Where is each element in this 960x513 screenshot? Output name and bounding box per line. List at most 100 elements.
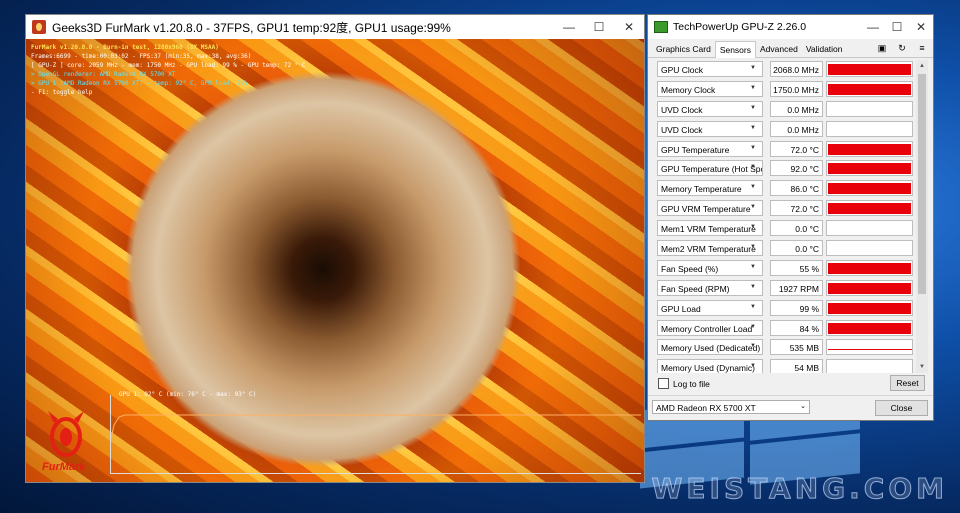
tab-validation[interactable]: Validation <box>802 41 847 57</box>
sensor-graph <box>826 61 913 77</box>
sensor-name[interactable]: Memory Controller Load <box>657 319 763 336</box>
sensor-graph <box>826 160 913 177</box>
checkbox-box[interactable] <box>658 378 669 389</box>
maximize-icon[interactable]: ☐ <box>584 20 614 34</box>
sensor-graph-fill <box>828 349 912 351</box>
sensor-graph <box>826 339 913 356</box>
osd-line: [ GPU-Z ] core: 2059 MHz - mem: 1750 MHz… <box>31 62 306 69</box>
sensor-name[interactable]: Memory Temperature <box>657 180 763 197</box>
sensor-graph <box>826 180 913 197</box>
sensor-name[interactable]: Mem2 VRM Temperature <box>657 240 763 257</box>
sensor-name[interactable]: UVD Clock <box>657 120 763 137</box>
refresh-icon[interactable]: ↻ <box>897 43 907 53</box>
sensor-name[interactable]: Mem1 VRM Temperature <box>657 220 763 237</box>
minimize-icon[interactable]: — <box>861 20 885 34</box>
camera-icon[interactable]: ▣ <box>877 43 887 53</box>
sensor-row: Memory Used (Dynamic) ▼ 54 MB <box>657 358 915 373</box>
gpuz-app-icon <box>654 21 668 33</box>
chevron-down-icon[interactable]: ▼ <box>749 282 757 292</box>
osd-line: Frames:6699 - time:00:03:02 - FPS:37 (mi… <box>31 53 252 60</box>
sensor-value: 72.0 °C <box>770 200 823 217</box>
chevron-down-icon[interactable]: ▼ <box>749 143 757 153</box>
sensor-name[interactable]: Memory Clock <box>657 80 763 97</box>
sensor-graph <box>826 299 913 316</box>
minimize-icon[interactable]: — <box>554 20 584 34</box>
sensor-name[interactable]: Memory Used (Dynamic) <box>657 359 763 373</box>
sensor-graph <box>826 259 913 276</box>
gpuz-window[interactable]: TechPowerUp GPU-Z 2.26.0 — ☐ ✕ Graphics … <box>648 15 933 420</box>
gpuz-title-bar[interactable]: TechPowerUp GPU-Z 2.26.0 — ☐ ✕ <box>648 15 933 39</box>
tab-sensors[interactable]: Sensors <box>714 41 756 58</box>
chevron-down-icon[interactable]: ▼ <box>749 182 757 192</box>
osd-line: - F1: toggle help <box>31 89 93 96</box>
maximize-icon[interactable]: ☐ <box>885 20 909 34</box>
sensor-scrollbar[interactable]: ▲ ▼ <box>916 60 928 373</box>
sensor-value: 54 MB <box>770 359 823 373</box>
sensor-name[interactable]: GPU Load <box>657 299 763 316</box>
sensor-name[interactable]: UVD Clock <box>657 100 763 117</box>
sensor-row: UVD Clock ▼ 0.0 MHz <box>657 100 915 120</box>
close-button[interactable]: Close <box>875 400 928 416</box>
furmark-title-bar[interactable]: Geeks3D FurMark v1.20.8.0 - 37FPS, GPU1 … <box>26 15 644 39</box>
log-to-file-checkbox[interactable]: Log to file <box>658 378 710 389</box>
chevron-down-icon[interactable]: ▼ <box>749 162 757 172</box>
sensor-graph <box>826 359 913 373</box>
chevron-down-icon[interactable]: ▼ <box>749 322 757 332</box>
sensor-row: GPU Clock ▼ 2068.0 MHz <box>657 60 915 80</box>
gpu-select-dropdown[interactable]: AMD Radeon RX 5700 XT ⌄ <box>652 400 810 414</box>
chevron-down-icon[interactable]: ▼ <box>749 302 757 312</box>
sensor-row: GPU Load ▼ 99 % <box>657 299 915 319</box>
chevron-down-icon[interactable]: ▼ <box>749 341 757 351</box>
osd-line: > GPU 1 (AMD Radeon RX 5700 XT) - temp: … <box>31 80 248 87</box>
osd-line: > OpenGL renderer: AMD Radeon RX 5700 XT <box>31 71 176 78</box>
sensor-name[interactable]: GPU VRM Temperature <box>657 200 763 217</box>
scroll-down-icon[interactable]: ▼ <box>916 361 928 373</box>
tab-advanced[interactable]: Advanced <box>756 41 802 57</box>
furmark-window-title: Geeks3D FurMark v1.20.8.0 - 37FPS, GPU1 … <box>52 20 451 35</box>
sensor-graph-fill <box>828 203 911 215</box>
close-icon[interactable]: ✕ <box>909 20 933 34</box>
sensor-graph-fill <box>828 282 911 294</box>
watermark: WEISTANG.COM <box>651 472 948 506</box>
chevron-down-icon[interactable]: ▼ <box>749 361 757 371</box>
chevron-down-icon[interactable]: ▼ <box>749 242 757 252</box>
gpuz-tab-bar: Graphics Card Sensors Advanced Validation ▣… <box>648 39 933 58</box>
chevron-down-icon[interactable]: ▼ <box>749 63 757 73</box>
sensor-graph-fill <box>828 83 911 95</box>
chevron-down-icon[interactable]: ▼ <box>749 123 757 133</box>
sensor-value: 0.0 MHz <box>770 100 823 117</box>
sensor-value: 86.0 °C <box>770 180 823 197</box>
scroll-up-icon[interactable]: ▲ <box>916 60 928 72</box>
sensor-name[interactable]: Fan Speed (RPM) <box>657 279 763 296</box>
sensor-value: 0.0 °C <box>770 240 823 257</box>
sensor-graph <box>826 279 913 296</box>
sensor-name[interactable]: GPU Clock <box>657 61 763 77</box>
sensor-row: GPU VRM Temperature ▼ 72.0 °C <box>657 199 915 219</box>
chevron-down-icon[interactable]: ▼ <box>749 262 757 272</box>
chevron-down-icon[interactable]: ▼ <box>749 222 757 232</box>
furmark-osd: FurMark v1.20.8.0 - Burn-in test, 1280x9… <box>31 43 306 97</box>
furmark-window[interactable]: Geeks3D FurMark v1.20.8.0 - 37FPS, GPU1 … <box>26 15 644 482</box>
sensor-name[interactable]: Memory Used (Dedicated) <box>657 339 763 356</box>
chevron-down-icon[interactable]: ▼ <box>749 202 757 212</box>
sensor-row: Mem1 VRM Temperature ▼ 0.0 °C <box>657 219 915 239</box>
sensor-graph-fill <box>828 143 911 155</box>
sensor-name[interactable]: Fan Speed (%) <box>657 259 763 276</box>
sensor-row: GPU Temperature (Hot Spot) ▼ 92.0 °C <box>657 159 915 179</box>
chevron-down-icon[interactable]: ▼ <box>749 103 757 113</box>
chevron-down-icon[interactable]: ▼ <box>749 83 757 93</box>
furmark-logo-text: FurMark <box>42 461 86 473</box>
sensor-row: Fan Speed (RPM) ▼ 1927 RPM <box>657 279 915 299</box>
sensor-name[interactable]: GPU Temperature <box>657 140 763 157</box>
scrollbar-thumb[interactable] <box>918 74 926 294</box>
sensor-graph-fill <box>828 183 911 195</box>
temperature-graph: GPU 1: 92° C (min: 76° C - max: 93° C) <box>110 391 641 474</box>
tab-graphics-card[interactable]: Graphics Card <box>652 41 715 57</box>
reset-button[interactable]: Reset <box>890 375 925 391</box>
furmark-render-canvas: FurMark v1.20.8.0 - Burn-in test, 1280x9… <box>26 39 644 482</box>
close-icon[interactable]: ✕ <box>614 20 644 34</box>
sensor-row: GPU Temperature ▼ 72.0 °C <box>657 140 915 160</box>
sensor-value: 84 % <box>770 319 823 336</box>
sensor-name[interactable]: GPU Temperature (Hot Spot) <box>657 160 763 177</box>
menu-icon[interactable]: ≡ <box>917 43 927 53</box>
